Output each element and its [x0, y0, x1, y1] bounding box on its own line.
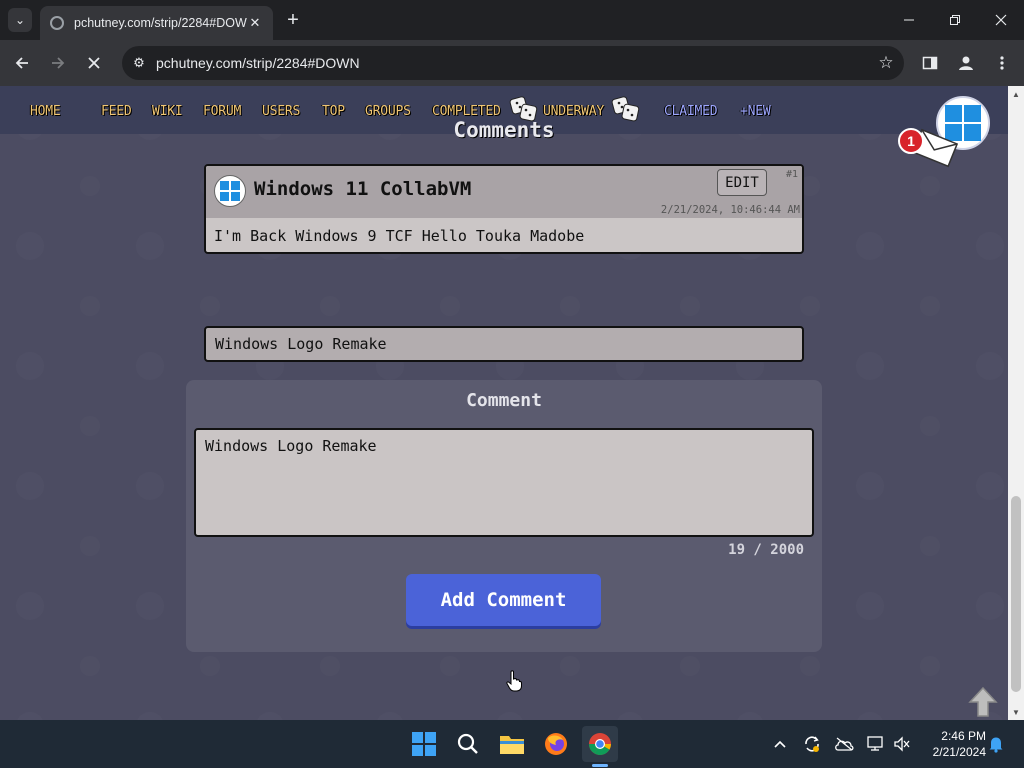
comment-author-name[interactable]: Windows 11 CollabVM	[254, 178, 471, 200]
back-button[interactable]	[10, 51, 34, 75]
minimize-icon	[904, 19, 914, 21]
nav-underway[interactable]: UNDERWAY	[543, 104, 604, 119]
comment-form: Comment Windows Logo Remake 19 / 2000 Ad…	[186, 380, 822, 652]
restore-button[interactable]	[932, 0, 978, 40]
forward-button[interactable]	[46, 51, 70, 75]
address-bar[interactable]: ⚙ pchutney.com/strip/2284#DOWN ☆	[122, 46, 904, 80]
page-scrollbar[interactable]: ▲ ▼	[1008, 86, 1024, 720]
nav-new[interactable]: +NEW	[740, 104, 771, 119]
chrome-icon	[589, 733, 611, 755]
back-arrow-icon	[15, 57, 28, 69]
new-tab-button[interactable]: +	[282, 8, 304, 32]
nav-claimed[interactable]: CLAIMED	[664, 104, 718, 119]
profile-icon	[959, 56, 973, 70]
clock-time: 2:46 PM	[941, 729, 986, 743]
bookmark-star-icon[interactable]: ☆	[868, 53, 904, 73]
edit-comment-button[interactable]: EDIT	[717, 169, 767, 196]
stop-icon	[88, 57, 100, 69]
nav-groups[interactable]: GROUPS	[365, 104, 411, 119]
volume-tray-button[interactable]	[892, 734, 912, 754]
search-icon	[457, 733, 478, 754]
character-counter: 19 / 2000	[728, 542, 804, 558]
cloud-icon	[835, 737, 854, 751]
nav-users[interactable]: USERS	[262, 104, 300, 119]
scrollbar-thumb[interactable]	[1011, 496, 1021, 692]
show-hidden-icons-button[interactable]	[770, 734, 790, 754]
sync-tray-button[interactable]	[802, 734, 822, 754]
close-tab-icon[interactable]: ✕	[247, 15, 263, 31]
comment-body: I'm Back Windows 9 TCF Hello Touka Madob…	[214, 227, 585, 245]
hand-cursor-icon	[506, 670, 522, 692]
clock-date: 2/21/2024	[932, 745, 986, 759]
add-comment-button[interactable]: Add Comment	[406, 574, 601, 626]
chrome-button[interactable]	[582, 726, 618, 762]
search-button[interactable]	[450, 726, 486, 762]
onedrive-tray-button[interactable]	[834, 734, 854, 754]
active-app-indicator	[592, 764, 608, 767]
chevron-up-icon	[774, 740, 786, 748]
restore-icon	[950, 15, 960, 25]
nav-completed[interactable]: COMPLETED	[432, 104, 501, 119]
sync-icon	[805, 736, 819, 752]
comment-timestamp: 2/21/2024, 10:46:44 AM	[660, 204, 800, 216]
stop-loading-button[interactable]	[82, 51, 106, 75]
notification-center-button[interactable]	[986, 734, 1006, 754]
network-icon	[867, 736, 883, 751]
folder-icon	[500, 736, 524, 754]
notification-count-badge[interactable]: 1	[898, 128, 924, 154]
firefox-icon	[545, 733, 567, 755]
more-vertical-icon	[1000, 56, 1004, 70]
comment-textarea[interactable]: Windows Logo Remake	[194, 428, 814, 537]
comment-label: Comment	[466, 390, 542, 411]
windows-taskbar: 2:46 PM 2/21/2024	[0, 720, 1024, 768]
browser-toolbar: ⚙ pchutney.com/strip/2284#DOWN ☆	[0, 40, 1024, 86]
firefox-button[interactable]	[538, 726, 574, 762]
nav-top[interactable]: TOP	[322, 104, 345, 119]
nav-home[interactable]: HOME	[30, 104, 61, 119]
chrome-menu-button[interactable]	[990, 51, 1014, 75]
side-panel-button[interactable]	[918, 51, 942, 75]
tab-title: pchutney.com/strip/2284#DOWN	[74, 16, 247, 30]
site-info-icon[interactable]: ⚙	[122, 55, 156, 71]
browser-tab-strip: ⌄ pchutney.com/strip/2284#DOWN ✕ +	[0, 0, 1024, 40]
file-explorer-button[interactable]	[494, 726, 530, 762]
page-viewport: HOME FEED WIKI FORUM USERS TOP GROUPS CO…	[0, 86, 1008, 720]
comment-title-input[interactable]: Windows Logo Remake	[204, 326, 804, 362]
scroll-down-icon[interactable]: ▼	[1008, 704, 1024, 720]
windows-logo-icon	[220, 181, 240, 201]
nav-forum[interactable]: FORUM	[203, 104, 241, 119]
network-tray-button[interactable]	[866, 734, 886, 754]
start-button[interactable]	[406, 726, 442, 762]
minimize-button[interactable]	[886, 0, 932, 40]
bell-icon	[989, 737, 1003, 753]
volume-muted-icon	[894, 736, 910, 752]
scroll-to-top-icon[interactable]	[968, 686, 998, 718]
forward-arrow-icon	[52, 57, 65, 69]
profile-button[interactable]	[954, 51, 978, 75]
close-icon	[995, 14, 1007, 26]
url-text[interactable]: pchutney.com/strip/2284#DOWN	[156, 55, 868, 71]
windows-start-icon	[412, 732, 436, 756]
loading-favicon-icon	[50, 16, 64, 30]
comment-author-avatar[interactable]	[214, 175, 246, 207]
taskbar-clock[interactable]: 2:46 PM 2/21/2024	[918, 728, 986, 760]
nav-feed[interactable]: FEED	[101, 104, 132, 119]
nav-wiki[interactable]: WIKI	[152, 104, 183, 119]
browser-tab[interactable]: pchutney.com/strip/2284#DOWN ✕	[40, 6, 273, 40]
close-window-button[interactable]	[978, 0, 1024, 40]
scroll-up-icon[interactable]: ▲	[1008, 86, 1024, 102]
comment-item: Windows 11 CollabVM EDIT #1 2/21/2024, 1…	[204, 164, 804, 254]
side-panel-icon	[922, 56, 938, 70]
comments-heading: Comments	[453, 118, 555, 142]
comment-number[interactable]: #1	[786, 169, 798, 180]
tab-search-button[interactable]: ⌄	[8, 8, 32, 32]
